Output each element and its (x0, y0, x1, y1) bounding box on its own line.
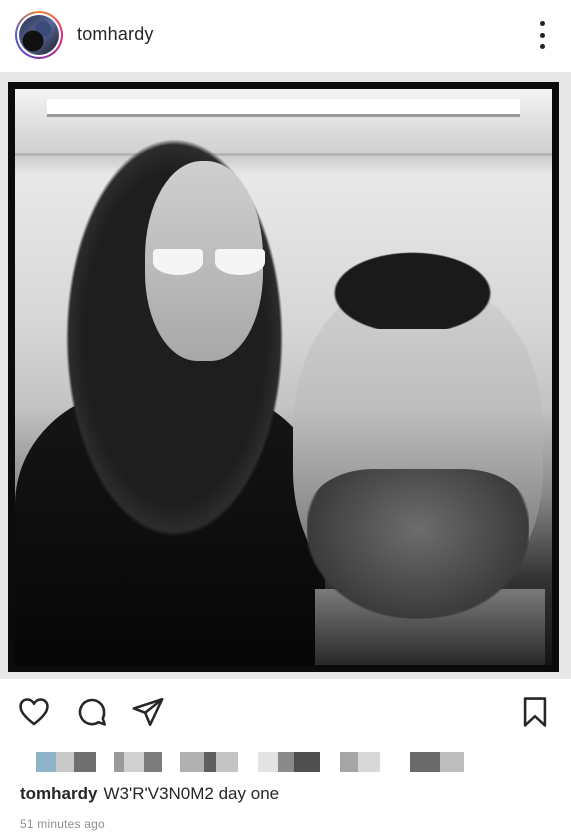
avatar[interactable] (15, 11, 63, 59)
pixel-block (114, 752, 124, 772)
post-timestamp: 51 minutes ago (20, 817, 105, 831)
post-image-frame (8, 82, 559, 672)
pixel-block (440, 752, 464, 772)
pixel-block (204, 752, 216, 772)
pixel-block (74, 752, 96, 772)
more-vertical-icon[interactable] (537, 21, 547, 49)
pixel-block (358, 752, 380, 772)
pixel-block (278, 752, 294, 772)
pixel-block (216, 752, 238, 772)
post-actions (0, 686, 571, 736)
eye-patch-right (215, 249, 265, 275)
paper-plane-icon[interactable] (130, 694, 166, 730)
post-image-area[interactable] (0, 72, 571, 679)
post-image (15, 89, 552, 665)
pixel-block (144, 752, 162, 772)
pixel-block (258, 752, 278, 772)
pixel-block (294, 752, 320, 772)
avatar-image (19, 15, 59, 55)
instagram-post: tomhardy tomhardy W3'R'V3N0M2 day one 51… (0, 0, 571, 836)
post-header: tomhardy (0, 0, 571, 70)
heart-outline-icon[interactable] (16, 694, 52, 730)
pixel-block (340, 752, 358, 772)
pixel-block (124, 752, 144, 772)
pixel-block (180, 752, 204, 772)
bookmark-icon[interactable] (517, 694, 553, 730)
pixel-block (410, 752, 440, 772)
person-right-beard (307, 469, 529, 619)
pixel-block (56, 752, 74, 772)
post-caption: tomhardy W3'R'V3N0M2 day one (20, 784, 279, 804)
likes-row-pixelated (18, 751, 558, 773)
person-right-hair (285, 209, 540, 329)
ceiling-light (47, 99, 520, 117)
comment-bubble-icon[interactable] (74, 694, 110, 730)
eye-patch-left (153, 249, 203, 275)
caption-text: W3'R'V3N0M2 day one (103, 784, 280, 803)
caption-username[interactable]: tomhardy (20, 784, 97, 803)
header-username[interactable]: tomhardy (77, 24, 154, 45)
pixel-block (36, 752, 56, 772)
